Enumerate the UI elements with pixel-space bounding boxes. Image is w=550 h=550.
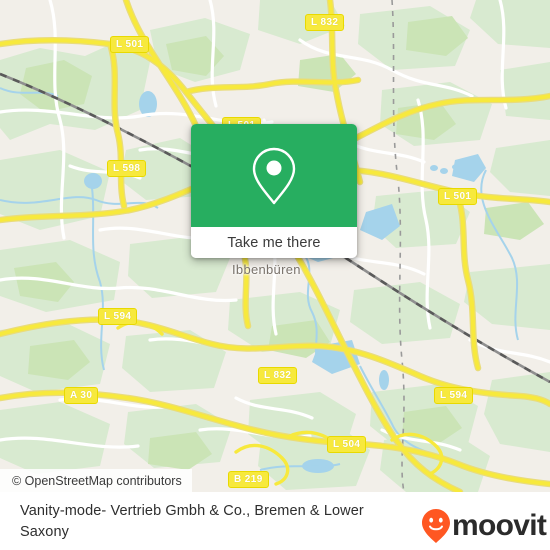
map-pin-icon <box>252 147 296 204</box>
map-canvas[interactable]: Ibbenbüren L 832 L 501 L 501 L 598 L 501… <box>0 0 550 492</box>
card-pin-area <box>191 124 357 227</box>
location-title: Vanity-mode- Vertrieb Gmbh & Co., Bremen… <box>20 503 364 540</box>
map-attribution: © OpenStreetMap contributors <box>0 469 192 492</box>
attribution-text: © OpenStreetMap contributors <box>12 473 182 488</box>
moovit-logo[interactable]: moovit <box>421 508 547 544</box>
road-shield: L 832 <box>305 14 345 31</box>
page-footer: Vanity-mode- Vertrieb Gmbh & Co., Bremen… <box>0 492 550 550</box>
road-shield: B 219 <box>228 471 269 488</box>
moovit-wordmark: moovit <box>452 509 547 542</box>
road-shield: L 832 <box>258 367 298 384</box>
road-shield: L 501 <box>110 36 150 53</box>
place-label-ibbenbueren: Ibbenbüren <box>232 262 301 277</box>
take-me-there-label: Take me there <box>227 234 321 251</box>
take-me-there-button[interactable]: Take me there <box>191 227 357 258</box>
road-shield: L 594 <box>434 387 474 404</box>
road-shield: L 501 <box>438 188 478 205</box>
road-shield: A 30 <box>64 387 99 404</box>
road-shield: L 598 <box>107 160 147 177</box>
road-shield: L 594 <box>98 308 138 325</box>
moovit-smiley-pin-icon <box>422 509 450 543</box>
location-popup-card[interactable]: Take me there <box>191 124 357 258</box>
map-screenshot: Ibbenbüren L 832 L 501 L 501 L 598 L 501… <box>0 0 550 550</box>
road-shield: L 504 <box>327 436 367 453</box>
